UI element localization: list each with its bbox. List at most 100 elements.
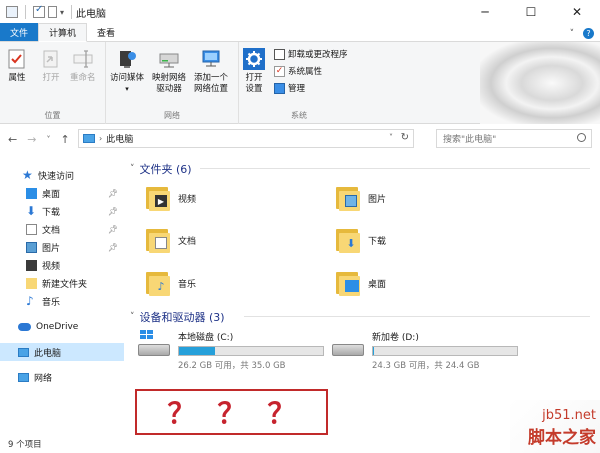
document-icon: [26, 223, 37, 235]
search-input[interactable]: 搜索"此电脑": [436, 129, 592, 148]
folder-item-desktop[interactable]: 桌面: [336, 270, 386, 296]
pin-icon[interactable]: 📌︎: [108, 189, 118, 198]
up-arrow-icon[interactable]: ↑: [60, 133, 69, 146]
collapse-chevron-icon[interactable]: ˅: [130, 312, 135, 322]
drive-item-d[interactable]: 新加卷 (D:) 24.3 GB 可用，共 24.4 GB: [332, 330, 518, 371]
breadcrumb-this-pc[interactable]: 此电脑: [106, 132, 133, 145]
system-properties-button[interactable]: ✓ 系统属性: [274, 65, 348, 77]
add-network-location-button[interactable]: 添加一个 网络位置: [194, 48, 228, 95]
manage-label: 管理: [288, 84, 306, 94]
sidebar-item-desktop[interactable]: 桌面 📌︎: [0, 184, 124, 202]
open-label: 打开: [42, 73, 60, 83]
toolbar-separator: [71, 5, 73, 19]
sidebar-item-this-pc[interactable]: 此电脑: [0, 343, 124, 361]
address-bar[interactable]: › 此电脑 ˅ ↻: [78, 129, 414, 148]
map-drive-label-2: 驱动器: [156, 84, 182, 94]
map-drive-label-1: 映射网络: [152, 73, 187, 83]
site-watermark: jb51.net 脚本之家: [528, 408, 596, 448]
open-button[interactable]: 打开: [40, 48, 62, 84]
status-bar-item-count: 9 个项目: [8, 440, 42, 450]
open-settings-button[interactable]: 打开 设置: [243, 48, 265, 95]
folder-icon: [26, 277, 37, 289]
access-media-label: 访问媒体: [110, 73, 145, 83]
section-divider: [200, 168, 590, 169]
download-arrow-icon: ⬇: [26, 203, 37, 218]
folder-item-pictures[interactable]: 图片: [336, 185, 386, 211]
question-mark: ？: [217, 397, 246, 430]
drive-item-c[interactable]: 本地磁盘 (C:) 26.2 GB 可用，共 35.0 GB: [138, 330, 324, 371]
folder-label: 图片: [368, 194, 387, 205]
music-folder-icon: ♪: [146, 270, 170, 296]
sidebar-label: 快速访问: [38, 171, 75, 182]
pin-icon[interactable]: 📌︎: [108, 225, 118, 234]
rename-button[interactable]: 重命名: [70, 48, 96, 84]
back-arrow-icon[interactable]: ←: [8, 133, 17, 146]
folder-item-documents[interactable]: 文档: [146, 227, 196, 253]
sidebar-item-videos[interactable]: 视频: [0, 256, 124, 274]
folder-item-music[interactable]: ♪ 音乐: [146, 270, 196, 296]
sidebar-item-pictures[interactable]: 图片 📌︎: [0, 238, 124, 256]
help-icon[interactable]: ?: [583, 28, 594, 39]
sidebar-label: 图片: [42, 243, 61, 254]
drive-usage-bar: [372, 346, 518, 356]
documents-folder-icon: [146, 227, 170, 253]
decorative-swirl: [480, 42, 600, 124]
watermark-url: jb51.net: [542, 408, 596, 423]
customize-toolbar-icon[interactable]: ▾: [60, 8, 64, 17]
sidebar-item-network[interactable]: 网络: [0, 368, 124, 386]
sidebar-item-quick-access[interactable]: ★ 快速访问: [0, 166, 124, 184]
system-actions-list: 卸载或更改程序 ✓ 系统属性 管理: [274, 48, 348, 94]
drive-space-text: 24.3 GB 可用，共 24.4 GB: [372, 361, 480, 371]
sidebar-item-new-folder[interactable]: 新建文件夹: [0, 274, 124, 292]
new-folder-quick-icon[interactable]: [48, 6, 57, 18]
sidebar-label: 新建文件夹: [42, 279, 88, 290]
expand-ribbon-icon[interactable]: ˅: [570, 29, 575, 39]
map-drive-button[interactable]: 映射网络 驱动器: [152, 48, 186, 95]
downloads-folder-icon: ⬇: [336, 227, 360, 253]
address-bar-row: ← → ˅ ↑ › 此电脑 ˅ ↻ 搜索"此电脑": [0, 124, 600, 154]
access-media-button[interactable]: 访问媒体 ▾: [110, 48, 144, 95]
system-properties-icon: ✓: [274, 65, 285, 77]
sidebar-item-downloads[interactable]: ⬇ 下载 📌︎: [0, 202, 124, 220]
uninstall-button[interactable]: 卸载或更改程序: [274, 48, 348, 60]
collapse-chevron-icon[interactable]: ˅: [130, 164, 135, 174]
manage-button[interactable]: 管理: [274, 82, 348, 94]
maximize-button[interactable]: ☐: [508, 0, 554, 24]
pin-icon[interactable]: 📌︎: [108, 243, 118, 252]
add-location-label-2: 网络位置: [194, 84, 229, 94]
open-settings-label-2: 设置: [245, 84, 263, 94]
properties-button[interactable]: 属性: [6, 48, 28, 84]
computer-icon: [83, 134, 95, 143]
recent-locations-icon[interactable]: ˅: [46, 135, 50, 144]
video-folder-icon: ▶: [146, 185, 170, 211]
folder-item-videos[interactable]: ▶ 视频: [146, 185, 196, 211]
tab-computer[interactable]: 计算机: [38, 23, 88, 42]
section-header-drives[interactable]: ˅ 设备和驱动器 (3): [130, 309, 225, 325]
video-icon: [26, 259, 37, 271]
pin-icon[interactable]: 📌︎: [108, 207, 118, 216]
address-dropdown-icon[interactable]: ˅: [389, 133, 393, 142]
section-header-folders[interactable]: ˅ 文件夹 (6): [130, 161, 192, 177]
folder-label: 下载: [368, 236, 387, 247]
navigation-pane: ★ 快速访问 桌面 📌︎ ⬇ 下载 📌︎ 文档 📌︎ 图片 📌︎ 视频 新建文件…: [0, 158, 124, 438]
sidebar-item-music[interactable]: ♪ 音乐: [0, 292, 124, 310]
sidebar-label: 文档: [42, 225, 61, 236]
star-icon: ★: [22, 167, 33, 182]
forward-arrow-icon[interactable]: →: [27, 133, 36, 146]
breadcrumb-separator-icon[interactable]: ›: [99, 134, 102, 143]
title-bar: ▾ 此电脑 ─ ☐ ✕: [0, 0, 600, 24]
drive-usage-fill: [179, 347, 215, 355]
folder-item-downloads[interactable]: ⬇ 下载: [336, 227, 386, 253]
close-button[interactable]: ✕: [554, 0, 600, 24]
desktop-folder-icon: [336, 270, 360, 296]
search-icon: [577, 133, 586, 142]
uninstall-icon: [274, 48, 285, 60]
sidebar-item-onedrive[interactable]: OneDrive: [0, 318, 124, 336]
refresh-icon[interactable]: ↻: [401, 132, 409, 143]
tab-file[interactable]: 文件: [0, 23, 38, 41]
properties-quick-icon[interactable]: [33, 4, 45, 18]
tab-view[interactable]: 查看: [87, 23, 125, 41]
minimize-button[interactable]: ─: [462, 0, 508, 24]
add-location-label-1: 添加一个: [194, 73, 229, 83]
sidebar-item-documents[interactable]: 文档 📌︎: [0, 220, 124, 238]
